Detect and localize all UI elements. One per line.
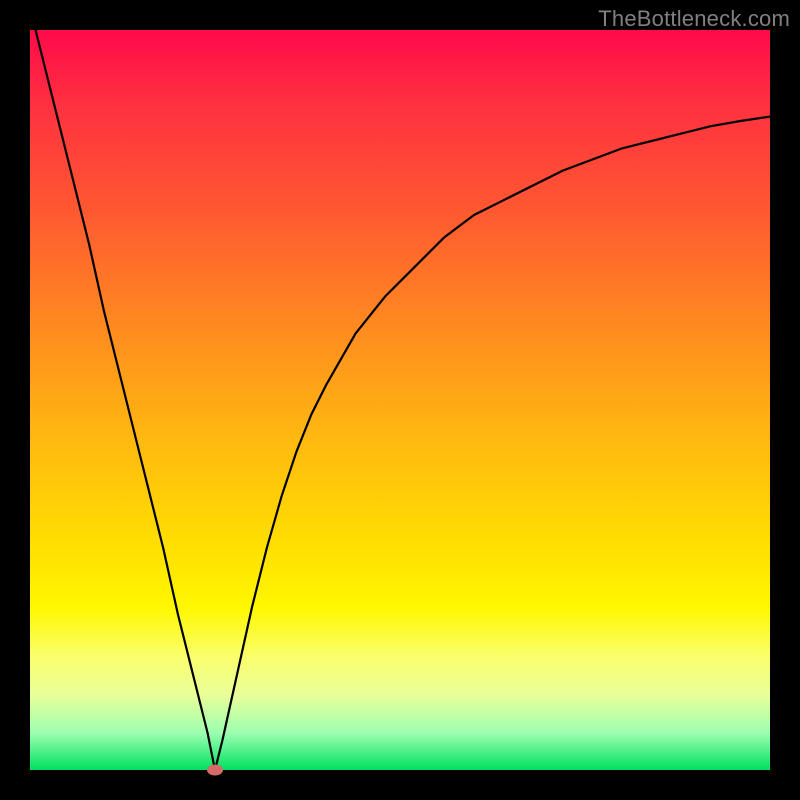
watermark-text: TheBottleneck.com <box>598 6 790 32</box>
optimum-marker <box>207 765 223 776</box>
chart-frame: TheBottleneck.com <box>0 0 800 800</box>
plot-area <box>30 30 770 770</box>
curve-svg <box>30 30 770 770</box>
bottleneck-curve <box>30 30 770 770</box>
